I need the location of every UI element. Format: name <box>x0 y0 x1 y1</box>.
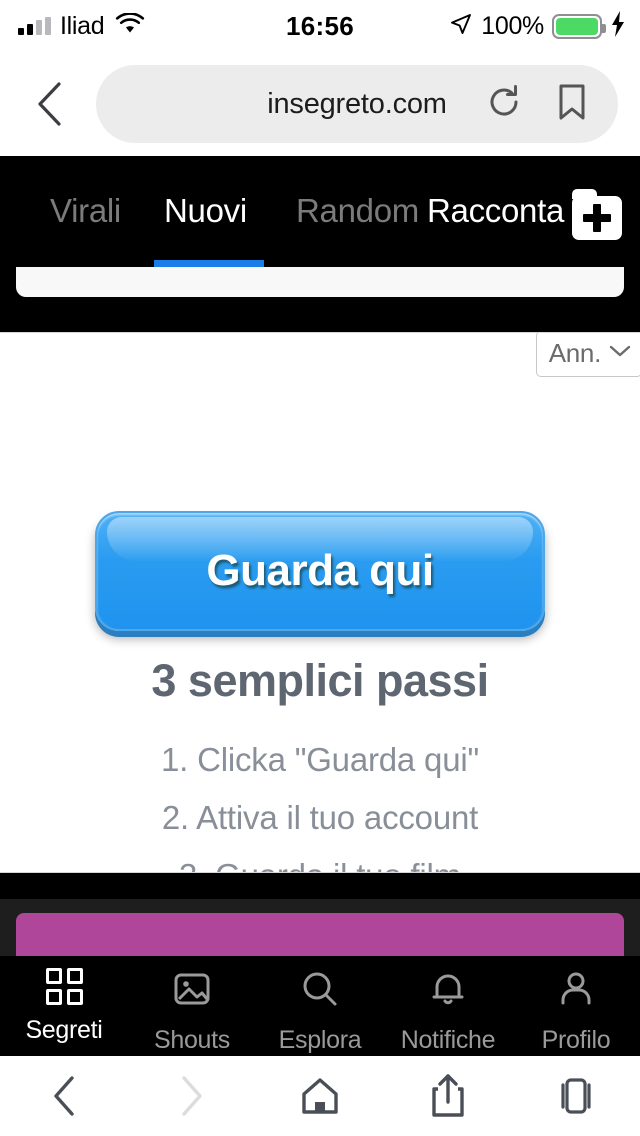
folder-plus-icon[interactable] <box>572 189 622 240</box>
app-tab-profilo[interactable]: Profilo <box>512 956 640 1055</box>
app-tab-label-notifiche: Notifiche <box>400 1026 496 1054</box>
browser-address-bar: insegreto.com <box>0 52 640 156</box>
ad-cta-button[interactable]: Guarda qui <box>95 511 545 631</box>
ad-choices-badge[interactable]: Ann. <box>535 333 640 377</box>
ad-choices-label: Ann. <box>548 338 602 368</box>
status-bar: Iliad 16:56 100% <box>0 0 640 52</box>
app-tab-label-esplora: Esplora <box>278 1026 362 1054</box>
grid-icon <box>45 968 83 1005</box>
feed-spacer-bottom <box>0 873 640 899</box>
bookmark-icon[interactable] <box>556 83 588 126</box>
toolbar-share-button[interactable] <box>384 1073 512 1119</box>
advertisement-panel[interactable]: Ann. Guarda qui 3 semplici passi 1. Clic… <box>0 332 640 873</box>
bell-icon <box>427 968 469 1015</box>
app-tab-label-segreti: Segreti <box>25 1016 103 1044</box>
battery-percent: 100% <box>481 11 544 40</box>
chevron-down-icon[interactable] <box>609 344 631 363</box>
site-tab-nuovi[interactable]: Nuovi <box>164 192 247 230</box>
site-nav-tabs: Virali Nuovi Random Racconta <box>0 156 640 267</box>
charging-bolt-icon <box>610 10 626 42</box>
app-tab-shouts[interactable]: Shouts <box>128 956 256 1055</box>
reload-icon[interactable] <box>486 84 522 125</box>
active-tab-underline <box>154 260 264 267</box>
battery-icon <box>552 13 606 39</box>
person-icon <box>555 968 597 1015</box>
url-text[interactable]: insegreto.com <box>267 88 447 121</box>
ad-heading: 3 semplici passi <box>151 655 489 706</box>
url-bar[interactable]: insegreto.com <box>96 65 618 143</box>
ad-step-1: 1. Clicka "Guarda qui" <box>160 741 479 778</box>
ad-cta-label: Guarda qui <box>206 546 434 595</box>
feed-spacer-top <box>0 317 640 332</box>
feed-card-next[interactable] <box>16 913 624 956</box>
toolbar-home-button[interactable] <box>256 1074 384 1118</box>
location-arrow-icon <box>449 12 473 41</box>
ad-step-3: 3. Guarda il tuo film <box>0 857 640 872</box>
toolbar-forward-button[interactable] <box>128 1074 256 1118</box>
app-tab-notifiche[interactable]: Notifiche <box>384 956 512 1055</box>
app-tab-label-profilo: Profilo <box>541 1026 611 1054</box>
feed-card-partial[interactable] <box>16 267 624 297</box>
ad-step-2: 2. Attiva il tuo account <box>161 799 479 836</box>
status-bar-right: 100% <box>449 10 626 42</box>
site-tab-random[interactable]: Random <box>296 192 419 230</box>
site-tab-racconta[interactable]: Racconta <box>427 192 564 230</box>
search-icon <box>299 968 341 1015</box>
address-back-button[interactable] <box>28 82 72 126</box>
browser-toolbar <box>0 1056 640 1136</box>
site-tab-virali[interactable]: Virali <box>50 192 121 230</box>
phone-screen: Iliad 16:56 100% insegreto.com Virali Nu… <box>0 0 640 1136</box>
url-bar-actions <box>486 83 588 126</box>
webpage-viewport: Virali Nuovi Random Racconta Ann. Guarda… <box>0 156 640 1056</box>
app-tab-esplora[interactable]: Esplora <box>256 956 384 1055</box>
toolbar-back-button[interactable] <box>0 1074 128 1118</box>
app-tab-bar: Segreti Shouts Esplora Notifiche Profilo <box>0 956 640 1056</box>
image-icon <box>171 968 213 1015</box>
app-tab-segreti[interactable]: Segreti <box>0 956 128 1045</box>
toolbar-tabs-button[interactable] <box>512 1074 640 1118</box>
app-tab-label-shouts: Shouts <box>153 1026 231 1054</box>
